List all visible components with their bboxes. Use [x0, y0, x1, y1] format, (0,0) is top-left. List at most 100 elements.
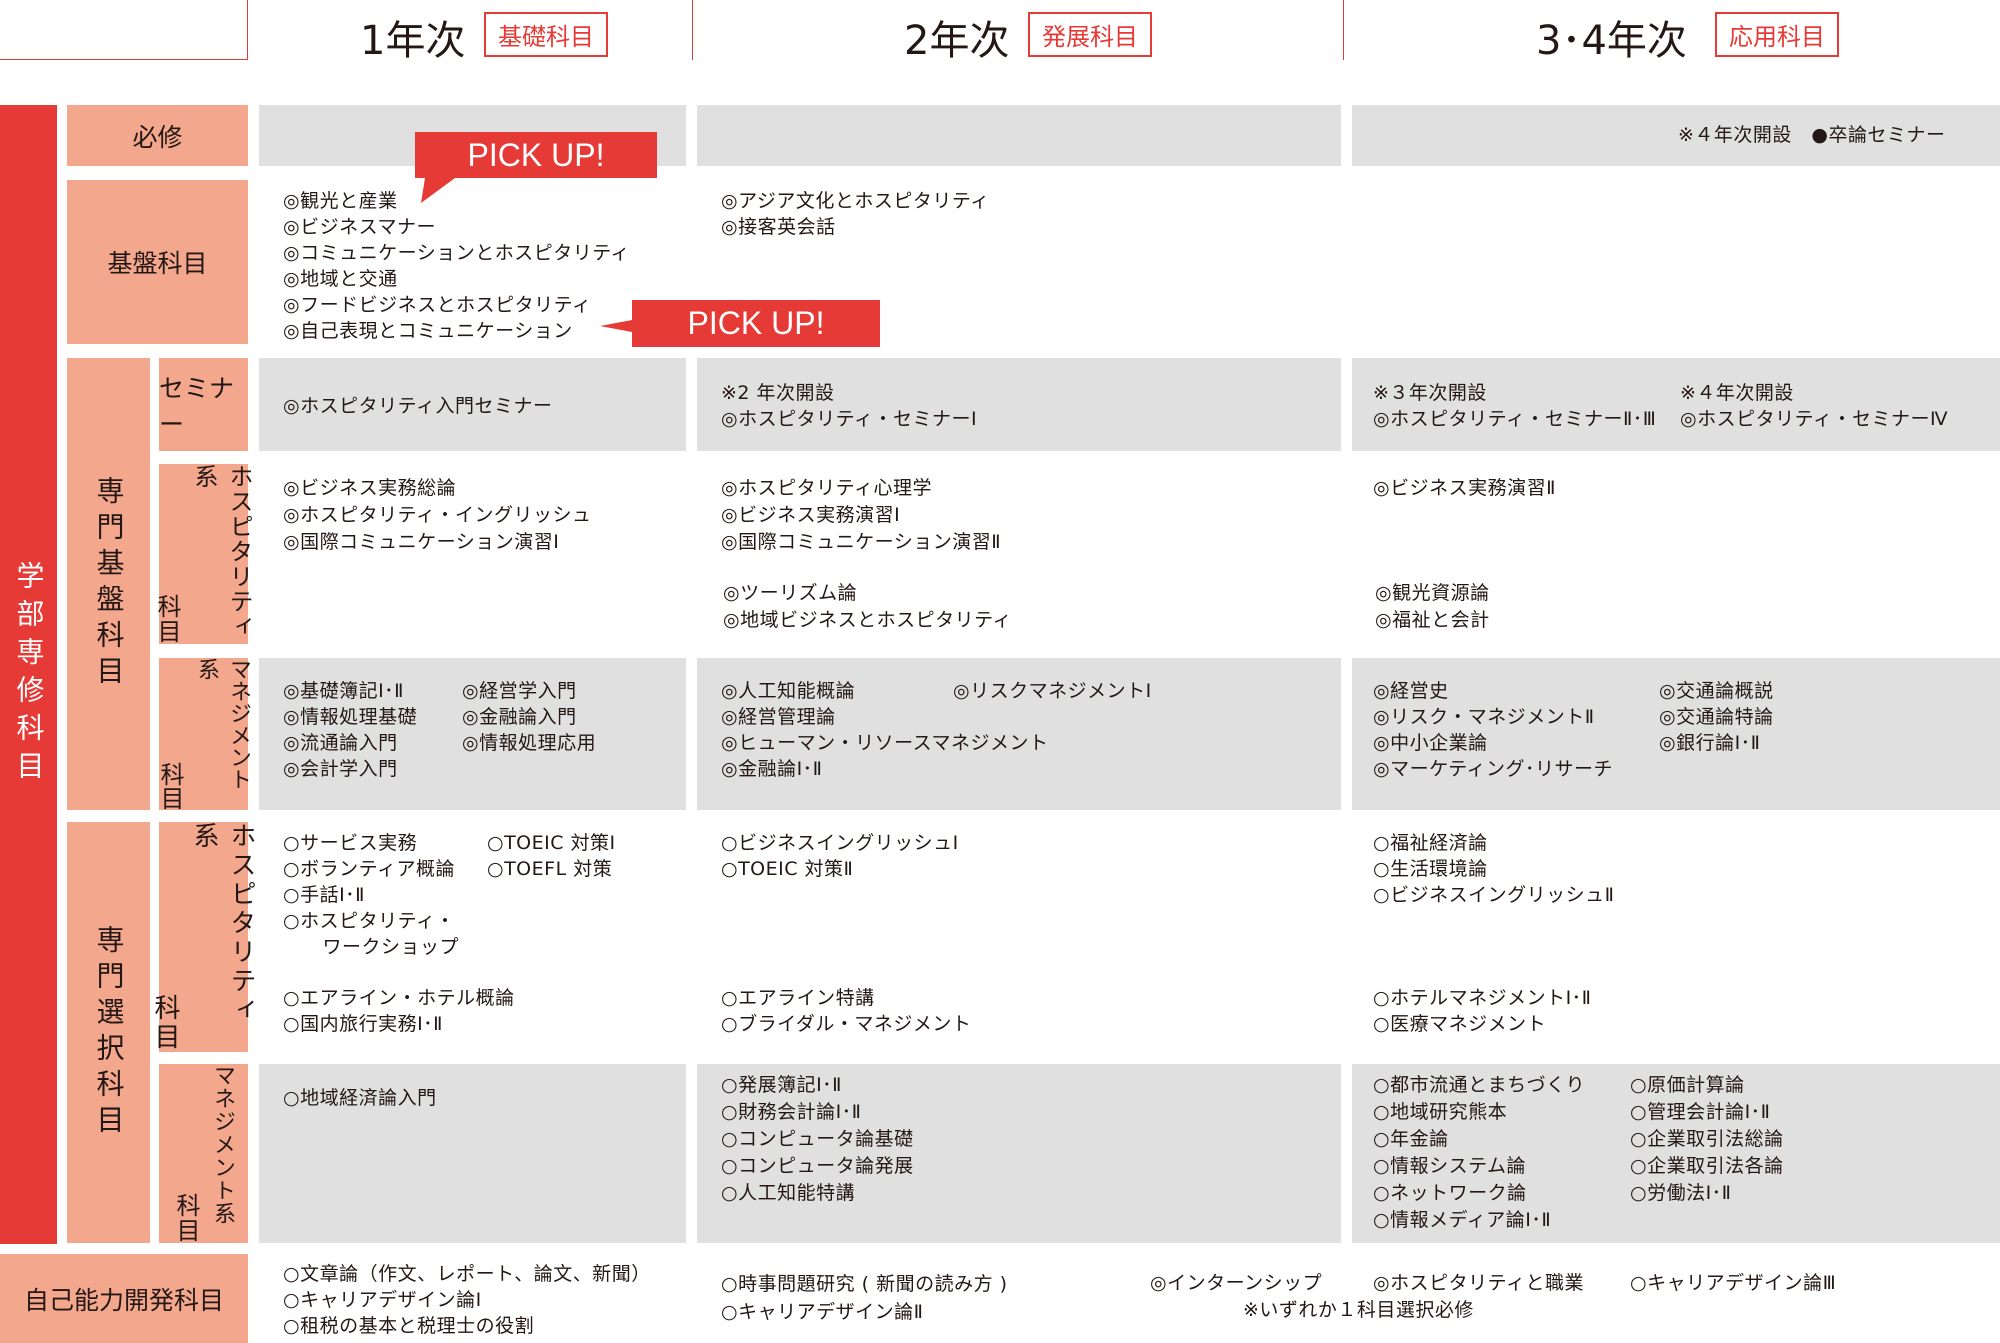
- list-item: ◎交通論概説: [1659, 680, 1774, 702]
- self-dev-internship: ◎インターンシップ: [1150, 1272, 1323, 1294]
- list-item: ○情報システム論: [1373, 1155, 1527, 1177]
- header-year34: 3･4年次: [1536, 18, 1687, 64]
- se-hosp-y1c-list: ○エアライン・ホテル概論 ○国内旅行実務Ⅰ･Ⅱ: [283, 985, 515, 1037]
- category-specialty-elective: 専門選択科目: [67, 822, 150, 1243]
- seminar-y4-list: ※４年次開設 ◎ホスピタリティ・セミナーⅣ: [1680, 380, 1948, 432]
- sf-mgmt-y3a-list: ◎経営史 ◎リスク・マネジメントⅡ ◎中小企業論 ◎マーケティング･リサーチ: [1373, 678, 1613, 782]
- list-item: ◎国際コミュニケーション演習Ⅱ: [721, 531, 1002, 553]
- sf-management-line2: 科目: [156, 762, 184, 810]
- se-mgmt-y3b-list: ○原価計算論 ○管理会計論Ⅰ･Ⅱ ○企業取引法総論 ○企業取引法各論 ○労働法Ⅰ…: [1630, 1072, 1784, 1207]
- list-item: ○ボランティア概論: [283, 858, 455, 880]
- list-item: ◎ヒューマン・リソースマネジメント: [721, 732, 1049, 754]
- faculty-major-label: 学部専修科目: [12, 560, 46, 789]
- pickup-label-2: PICK UP!: [687, 305, 825, 341]
- list-item: ○情報メディア論Ⅰ･Ⅱ: [1373, 1209, 1552, 1231]
- list-item: ◎基礎簿記Ⅰ･Ⅱ: [283, 680, 405, 702]
- sf-hospitality-line1: ホスピタリティ系: [190, 464, 253, 639]
- required-cell-y2: [697, 105, 1341, 166]
- list-item: ○地域研究熊本: [1373, 1101, 1508, 1123]
- se-hosp-y1a-list: ○サービス実務 ○ボランティア概論 ○手話Ⅰ･Ⅱ ○ホスピタリティ・ ワークショ…: [283, 830, 459, 960]
- se-management-line2: 科目: [172, 1193, 200, 1243]
- category-required: 必修: [67, 105, 248, 166]
- list-item: ○ブライダル・マネジメント: [721, 1013, 972, 1035]
- foundation-y2-list: ◎アジア文化とホスピタリティ ◎接客英会話: [721, 188, 990, 240]
- list-item: ○発展簿記Ⅰ･Ⅱ: [721, 1074, 843, 1096]
- self-dev-y2-list: ○時事問題研究 ( 新聞の読み方 ) ○キャリアデザイン論Ⅱ: [721, 1270, 1008, 1326]
- list-item: ◎経営史: [1373, 680, 1449, 702]
- list-item: ○ホスピタリティ・: [283, 910, 455, 932]
- list-item: ○エアライン特講: [721, 987, 875, 1009]
- list-item: ◎ツーリズム論: [723, 582, 858, 604]
- list-item: ○ビジネスイングリッシュⅠ: [721, 832, 959, 854]
- list-item: ◎銀行論Ⅰ･Ⅱ: [1659, 732, 1761, 754]
- sf-hospitality-line2: 科目: [153, 594, 181, 644]
- list-item: ○都市流通とまちづくり: [1373, 1074, 1586, 1096]
- list-item: ○ビジネスイングリッシュⅡ: [1373, 884, 1615, 906]
- subcategory-sf-management: 科目 マネジメント系: [156, 658, 251, 810]
- list-item: ○医療マネジメント: [1373, 1013, 1547, 1035]
- header-year34-tag: 応用科目: [1715, 12, 1839, 57]
- list-item: ◎自己表現とコミュニケーション: [283, 320, 573, 342]
- list-item: ◎マーケティング･リサーチ: [1373, 758, 1614, 780]
- list-item: ○TOEIC 対策Ⅱ: [721, 858, 854, 880]
- list-item: ◎経営管理論: [721, 706, 836, 728]
- list-item: ○ネットワーク論: [1373, 1182, 1527, 1204]
- se-hosp-y3a-list: ○福祉経済論 ○生活環境論 ○ビジネスイングリッシュⅡ: [1373, 830, 1614, 908]
- pickup-label-1: PICK UP!: [467, 136, 605, 173]
- se-hosp-y2b-list: ○エアライン特講 ○ブライダル・マネジメント: [721, 985, 971, 1037]
- list-item: ◎ホスピタリティ・セミナーⅡ･Ⅲ: [1373, 408, 1657, 430]
- subcategory-sf-hospitality: 科目 ホスピタリティ系: [153, 464, 253, 644]
- list-item: ○TOEIC 対策Ⅰ: [487, 832, 616, 854]
- se-mgmt-y1-list: ○地域経済論入門: [283, 1085, 437, 1111]
- se-management-line1: マネジメント系: [210, 1064, 235, 1225]
- seminar-y3-list: ※３年次開設 ◎ホスピタリティ・セミナーⅡ･Ⅲ: [1373, 380, 1656, 432]
- list-item: ◎金融論入門: [462, 706, 577, 728]
- sf-hosp-y2b-list: ◎ツーリズム論 ◎地域ビジネスとホスピタリティ: [723, 580, 1012, 634]
- list-item: ◎フードビジネスとホスピタリティ: [283, 294, 592, 316]
- list-item: ※３年次開設: [1373, 382, 1487, 404]
- se-hosp-y3b-list: ○ホテルマネジメントⅠ･Ⅱ ○医療マネジメント: [1373, 985, 1592, 1037]
- seminar-y2-list: ※2 年次開設 ◎ホスピタリティ・セミナーⅠ: [721, 380, 977, 432]
- list-item: ○原価計算論: [1630, 1074, 1745, 1096]
- list-item: ○キャリアデザイン論Ⅱ: [721, 1301, 924, 1323]
- list-item: ○労働法Ⅰ･Ⅱ: [1630, 1182, 1732, 1204]
- faculty-major-bar: 学部専修科目: [0, 105, 57, 1244]
- sf-mgmt-y1a-list: ◎基礎簿記Ⅰ･Ⅱ ◎情報処理基礎 ◎流通論入門 ◎会計学入門: [283, 678, 417, 782]
- self-dev-career-design3: ○キャリアデザイン論Ⅲ: [1630, 1272, 1837, 1294]
- list-item: ◎情報処理応用: [462, 732, 597, 754]
- se-hospitality-line2: 科目: [150, 994, 180, 1052]
- list-item: ○租税の基本と税理士の役割: [283, 1315, 535, 1337]
- list-item: ○キャリアデザイン論Ⅰ: [283, 1289, 482, 1311]
- list-item: ◎リスク・マネジメントⅡ: [1373, 706, 1595, 728]
- subcategory-se-hospitality: 科目 ホスピタリティ系: [150, 822, 256, 1052]
- se-hosp-y2a-list: ○ビジネスイングリッシュⅠ ○TOEIC 対策Ⅱ: [721, 830, 959, 882]
- self-dev-note: ※いずれか１科目選択必修: [1243, 1299, 1474, 1321]
- list-item: ○エアライン・ホテル概論: [283, 987, 515, 1009]
- subcategory-seminar: セミナー: [159, 358, 248, 451]
- list-item: ○TOEFL 対策: [487, 858, 613, 880]
- sf-hosp-y1-list: ◎ビジネス実務総論 ◎ホスピタリティ・イングリッシュ ◎国際コミュニケーション演…: [283, 475, 591, 556]
- se-mgmt-y3a-list: ○都市流通とまちづくり ○地域研究熊本 ○年金論 ○情報システム論 ○ネットワー…: [1373, 1072, 1585, 1234]
- list-item: ○時事問題研究 ( 新聞の読み方 ): [721, 1273, 1008, 1295]
- list-item: ◎接客英会話: [721, 216, 836, 238]
- header-year2: 2年次: [904, 18, 1010, 64]
- list-item: ※2 年次開設: [721, 382, 835, 404]
- header-year1: 1年次: [360, 18, 466, 64]
- list-item: ◎アジア文化とホスピタリティ: [721, 190, 990, 212]
- list-item: ◎中小企業論: [1373, 732, 1488, 754]
- list-item: ワークショップ: [303, 936, 460, 958]
- sf-mgmt-y1b-list: ◎経営学入門 ◎金融論入門 ◎情報処理応用: [462, 678, 596, 756]
- sf-hosp-y3a-list: ◎ビジネス実務演習Ⅱ: [1373, 475, 1556, 501]
- list-item: ○年金論: [1373, 1128, 1449, 1150]
- list-item: ○企業取引法総論: [1630, 1128, 1784, 1150]
- list-item: ○コンピュータ論発展: [721, 1155, 914, 1177]
- category-foundation: 基盤科目: [67, 180, 248, 344]
- se-hosp-y1b-list: ○TOEIC 対策Ⅰ ○TOEFL 対策: [487, 830, 616, 882]
- list-item: ◎国際コミュニケーション演習Ⅰ: [283, 531, 560, 553]
- list-item: ○生活環境論: [1373, 858, 1488, 880]
- list-item: ◎ホスピタリティ心理学: [721, 477, 932, 499]
- list-item: ◎交通論特論: [1659, 706, 1774, 728]
- category-specialty-foundation: 専門基盤科目: [67, 358, 150, 810]
- se-mgmt-y2-list: ○発展簿記Ⅰ･Ⅱ ○財務会計論Ⅰ･Ⅱ ○コンピュータ論基礎 ○コンピュータ論発展…: [721, 1072, 914, 1207]
- seminar-y1-list: ◎ホスピタリティ入門セミナー: [283, 393, 552, 419]
